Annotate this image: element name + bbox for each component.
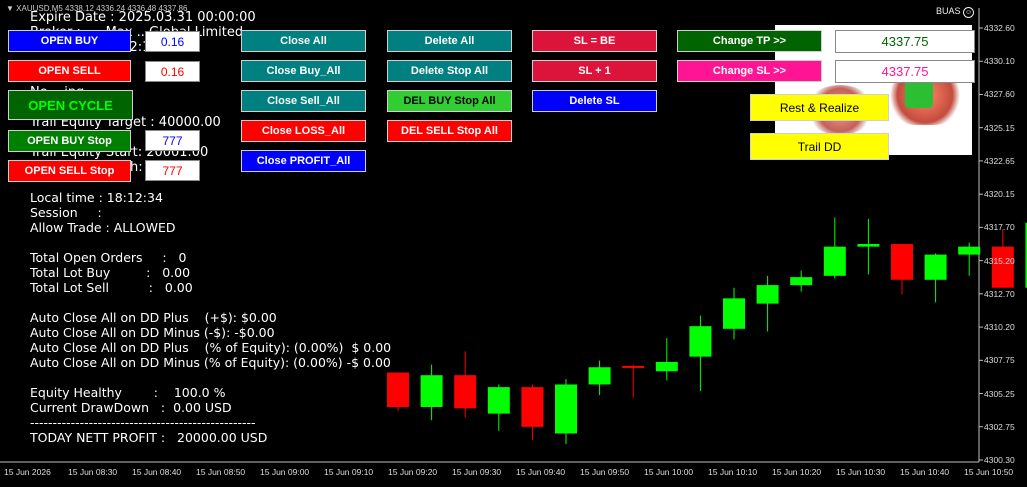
logo-green-mark [905,80,933,108]
time-tick-label: 15 Jun 09:50 [580,467,630,477]
today-nett-profit: TODAY NETT PROFIT : 20000.00 USD [30,430,268,445]
open-sell-stop-input[interactable]: 777 [145,160,200,181]
price-tick-label: 4302.75 [984,421,1015,432]
total-lot-buy: Total Lot Buy : 0.00 [30,265,191,280]
price-tick-label: 4312.70 [984,288,1015,299]
price-tick-label: 4322.65 [984,155,1015,166]
candle-body [991,246,1014,288]
price-tick-label: 4325.15 [984,122,1015,133]
price-tick-label: 4317.70 [984,222,1015,233]
time-tick-label: 15 Jun 2026 [4,467,51,477]
candle-body [387,372,409,407]
delete-stop-all-button[interactable]: Delete Stop All [387,60,512,82]
collapse-arrow-icon[interactable]: ▼ [6,4,14,13]
open-sell-button[interactable]: OPEN SELL [8,60,131,82]
rest-realize-button[interactable]: Rest & Realize [750,94,889,121]
trail-dd-button[interactable]: Trail DD [750,133,889,160]
total-open-orders: Total Open Orders : 0 [30,250,187,265]
time-tick-label: 15 Jun 10:40 [900,467,950,477]
time-tick-label: 15 Jun 08:40 [132,467,182,477]
close-all-button[interactable]: Close All [241,30,366,52]
open-buy-lot-input[interactable]: 0.16 [145,31,200,52]
time-tick-label: 15 Jun 09:30 [452,467,502,477]
separator-line: ----------------------------------------… [30,415,256,430]
expert-name: BUAS [936,6,961,16]
delete-all-button[interactable]: Delete All [387,30,512,52]
local-time: Local time : 18:12:34 [30,190,163,205]
change-tp-input[interactable]: 4337.75 [835,30,975,53]
time-tick-label: 15 Jun 09:40 [516,467,566,477]
open-buy-stop-button[interactable]: OPEN BUY Stop [8,130,131,152]
sl-be-button[interactable]: SL = BE [532,30,657,52]
price-tick-label: 4315.20 [984,255,1015,266]
candle-body [689,326,712,357]
time-tick-label: 15 Jun 10:50 [964,467,1014,477]
close-sell-all-button[interactable]: Close Sell_All [241,90,366,112]
candle-body [622,365,645,368]
candle-body [420,375,443,407]
change-tp-button[interactable]: Change TP >> [677,30,822,52]
change-sl-input[interactable]: 4337.75 [835,60,975,83]
expire-date: Expire Date : 2025.03.31 00:00:00 [30,10,256,25]
time-tick-label: 15 Jun 08:30 [68,467,118,477]
candle-body [790,277,813,286]
close-profit-all-button[interactable]: Close PROFIT_All [241,150,366,172]
candle-body [487,387,510,414]
expert-badge: BUAS ☺ [936,6,975,18]
candle-body [857,244,880,247]
price-tick-label: 4330.10 [984,56,1015,67]
price-tick-label: 4310.20 [984,322,1015,333]
time-tick-label: 15 Jun 10:30 [836,467,886,477]
current-drawdown: Current DrawDown : 0.00 USD [30,400,232,415]
session: Session : [30,205,102,220]
candle-body [454,375,477,409]
price-tick-label: 4327.60 [984,89,1015,100]
price-tick-label: 4320.15 [984,189,1015,200]
time-tick-label: 15 Jun 10:20 [772,467,822,477]
candle-body [958,246,981,255]
time-tick-label: 15 Jun 08:50 [196,467,246,477]
close-buy-all-button[interactable]: Close Buy_All [241,60,366,82]
candle-body [924,254,947,280]
candle-body [756,285,779,304]
close-loss-all-button[interactable]: Close LOSS_All [241,120,366,142]
open-sell-lot-input[interactable]: 0.16 [145,61,200,82]
open-cycle-button[interactable]: OPEN CYCLE [8,90,133,120]
time-tick-label: 15 Jun 09:00 [260,467,310,477]
candle-body [521,387,544,427]
candle-body [555,384,577,434]
del-buy-stop-all-button[interactable]: DEL BUY Stop All [387,90,512,112]
open-buy-stop-input[interactable]: 777 [145,130,200,151]
time-tick-label: 15 Jun 09:20 [388,467,438,477]
candle-body [823,246,846,276]
total-lot-sell: Total Lot Sell : 0.00 [30,280,193,295]
sl-plus-one-button[interactable]: SL + 1 [532,60,657,82]
delete-sl-button[interactable]: Delete SL [532,90,657,112]
price-tick-label: 4305.25 [984,388,1015,399]
price-tick-label: 4307.75 [984,355,1015,366]
open-sell-stop-button[interactable]: OPEN SELL Stop [8,160,131,182]
candle-body [588,367,611,385]
candle-body [655,361,678,372]
auto-close-dd-plus: Auto Close All on DD Plus (+$): $0.00 [30,310,277,325]
equity-healthy: Equity Healthy : 100.0 % [30,385,226,400]
time-tick-label: 15 Jun 10:00 [644,467,694,477]
smiley-icon: ☺ [963,7,975,18]
auto-close-dd-minus: Auto Close All on DD Minus (-$): -$0.00 [30,325,275,340]
allow-trade: Allow Trade : ALLOWED [30,220,176,235]
auto-close-dd-minus-pct: Auto Close All on DD Minus (% of Equity)… [30,355,391,370]
price-tick-label: 4332.60 [984,23,1015,33]
change-sl-button[interactable]: Change SL >> [677,60,822,82]
candle-body [723,298,745,329]
trail-h-line: h: [130,160,143,175]
price-tick-label: 4300.30 [984,455,1015,465]
candle-body [891,244,913,280]
time-tick-label: 15 Jun 09:10 [324,467,374,477]
time-tick-label: 15 Jun 10:10 [708,467,758,477]
open-buy-button[interactable]: OPEN BUY [8,30,131,52]
auto-close-dd-plus-pct: Auto Close All on DD Plus (% of Equity):… [30,340,392,355]
del-sell-stop-all-button[interactable]: DEL SELL Stop All [387,120,512,142]
